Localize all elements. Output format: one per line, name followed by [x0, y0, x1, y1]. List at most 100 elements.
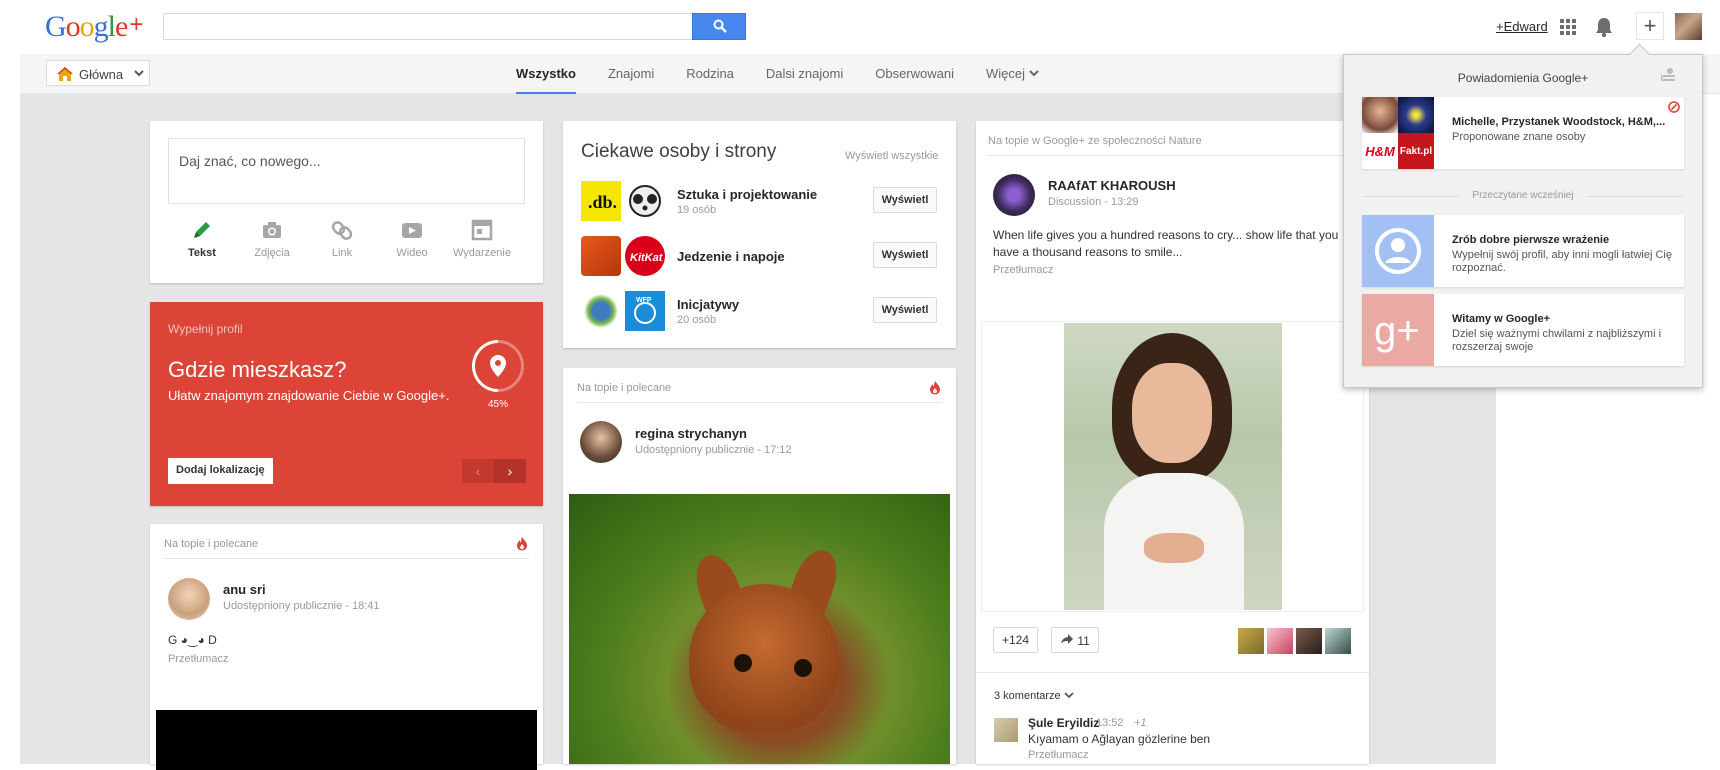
tab-dalsi-znajomi[interactable]: Dalsi znajomi: [750, 54, 859, 94]
home-icon: [57, 67, 73, 81]
dismiss-icon[interactable]: [1668, 101, 1680, 113]
category-image[interactable]: [625, 181, 665, 221]
notification-suggested-people[interactable]: H&M Fakt.pl Michelle, Przystanek Woodsto…: [1362, 97, 1684, 169]
post-type-video[interactable]: Wideo: [380, 219, 444, 259]
people-row-food: KitKat Jedzenie i napoje Wyświetl: [581, 236, 941, 276]
profile-card-title: Gdzie mieszkasz?: [168, 357, 347, 382]
notification-welcome[interactable]: g+ Witamy w Google+ Dziel się ważnymi ch…: [1362, 294, 1684, 366]
hm-logo-text: H&M: [1362, 133, 1398, 169]
category-count: 20 osób: [677, 314, 717, 326]
previous-arrow-icon[interactable]: ‹: [462, 459, 494, 483]
post-type-text-label: Tekst: [188, 247, 216, 259]
category-image[interactable]: WFP: [625, 291, 665, 331]
category-image[interactable]: .db.: [581, 181, 621, 221]
post-type-event[interactable]: Wydarzenie: [450, 219, 514, 259]
category-image[interactable]: KitKat: [625, 236, 665, 276]
author-name[interactable]: anu sri: [223, 582, 266, 597]
commenter-name[interactable]: Şule Eryildiz: [1028, 716, 1099, 730]
bell-icon[interactable]: [1594, 16, 1614, 38]
avatar[interactable]: [1267, 628, 1293, 654]
commenter-avatar[interactable]: [994, 718, 1018, 742]
author-avatar[interactable]: [168, 578, 210, 620]
avatar[interactable]: [1325, 628, 1351, 654]
notification-text: Wypełnij swój profil, aby inni mogli łat…: [1452, 249, 1672, 274]
post-video[interactable]: [156, 710, 537, 770]
post-meta: Discussion - 13:29: [1048, 196, 1139, 208]
view-all-link[interactable]: Wyświetl wszystkie: [845, 150, 938, 162]
author-name[interactable]: regina strychanyn: [635, 426, 747, 441]
home-menu-button[interactable]: Główna: [46, 60, 150, 86]
add-location-button[interactable]: Dodaj lokalizację: [168, 458, 273, 484]
translate-link[interactable]: Przetłumacz: [168, 653, 229, 665]
comments-count: 3 komentarze: [994, 690, 1061, 702]
settings-icon[interactable]: [1660, 67, 1676, 83]
divider: [988, 155, 1357, 156]
svg-text:.db.: .db.: [588, 192, 617, 212]
post-type-video-label: Wideo: [396, 247, 428, 259]
post-photo-squirrel[interactable]: [569, 494, 950, 764]
post-type-link[interactable]: Link: [310, 219, 374, 259]
post-composer: Daj znać, co nowego... Tekst Zdjęcia Lin…: [150, 121, 543, 283]
avatar[interactable]: [1238, 628, 1264, 654]
category-image[interactable]: [581, 291, 621, 331]
notification-first-impression[interactable]: Zrób dobre pierwsze wrażenie Wypełnij sw…: [1362, 215, 1684, 287]
post-type-text[interactable]: Tekst: [170, 219, 234, 259]
share-arrow-icon: [1061, 634, 1073, 644]
chevron-down-icon: [134, 70, 144, 77]
post-meta: Udostępniony publicznie - 18:41: [223, 600, 380, 612]
location-pin-icon: [490, 355, 506, 377]
translate-link[interactable]: Przetłumacz: [993, 264, 1054, 276]
translate-link[interactable]: Przetłumacz: [1028, 749, 1089, 761]
author-avatar[interactable]: [993, 174, 1035, 216]
comment-text: Kıyamam o Ağlayan gözlerine ben: [1028, 732, 1211, 746]
fire-icon: [930, 381, 940, 395]
view-category-button[interactable]: Wyświetl: [873, 242, 937, 268]
category-name[interactable]: Inicjatywy: [677, 297, 739, 312]
user-profile-link[interactable]: +Edward: [1496, 19, 1548, 34]
post-photo-girl[interactable]: [1064, 323, 1282, 610]
view-category-button[interactable]: Wyświetl: [873, 187, 937, 213]
video-icon: [402, 223, 422, 238]
google-plus-icon: g+: [1374, 309, 1420, 353]
tab-rodzina[interactable]: Rodzina: [670, 54, 750, 94]
search-input[interactable]: [163, 13, 693, 40]
svg-text:g+: g+: [1374, 309, 1420, 353]
google-plus-logo[interactable]: Google+: [45, 10, 143, 44]
category-image[interactable]: [581, 236, 621, 276]
comment-time: 13:52: [1096, 717, 1124, 729]
complete-profile-card: Wypełnij profil Gdzie mieszkasz? Ułatw z…: [150, 302, 543, 506]
post-source-header: Na topie i polecane: [164, 538, 259, 550]
category-name[interactable]: Sztuka i projektowanie: [677, 187, 817, 202]
share-button[interactable]: 11: [1051, 627, 1099, 653]
share-input[interactable]: Daj znać, co nowego...: [168, 138, 525, 204]
tab-znajomi[interactable]: Znajomi: [592, 54, 670, 94]
tab-wiecej[interactable]: Więcej: [970, 54, 1055, 94]
post-text: When life gives you a hundred reasons to…: [993, 228, 1339, 259]
tab-wszystko[interactable]: Wszystko: [500, 54, 592, 94]
plus-one-button[interactable]: +124: [993, 627, 1039, 653]
profile-card-pager: ‹ ›: [462, 459, 526, 483]
fakt-logo-text: Fakt.pl: [1398, 133, 1434, 169]
post-type-buttons: Tekst Zdjęcia Link Wideo Wydarzenie: [170, 219, 514, 259]
apps-grid-icon[interactable]: [1560, 19, 1576, 35]
notification-image: [1362, 215, 1434, 287]
avatar[interactable]: [1296, 628, 1322, 654]
comment-plus-one[interactable]: +1: [1134, 717, 1147, 729]
comments-toggle[interactable]: 3 komentarze: [994, 690, 1074, 702]
post-source-header: Na topie i polecane: [577, 382, 672, 394]
notification-title: Michelle, Przystanek Woodstock, H&M,...: [1452, 116, 1666, 128]
category-name[interactable]: Jedzenie i napoje: [677, 249, 785, 264]
author-avatar[interactable]: [580, 421, 622, 463]
tab-obserwowani[interactable]: Obserwowani: [859, 54, 970, 94]
profile-person-icon: [1375, 228, 1421, 274]
next-arrow-icon[interactable]: ›: [494, 459, 526, 483]
notification-text: Dziel się ważnymi chwilami z najbliższym…: [1452, 328, 1662, 353]
post-type-photos[interactable]: Zdjęcia: [240, 219, 304, 259]
notification-title: Witamy w Google+: [1452, 313, 1551, 325]
search-button[interactable]: [692, 13, 746, 40]
share-plus-button[interactable]: +: [1636, 12, 1664, 40]
notification-title: Zrób dobre pierwsze wrażenie: [1452, 234, 1610, 246]
author-name[interactable]: RAAfAT KHAROUSH: [1048, 178, 1176, 193]
view-category-button[interactable]: Wyświetl: [873, 297, 937, 323]
account-avatar[interactable]: [1675, 13, 1702, 40]
